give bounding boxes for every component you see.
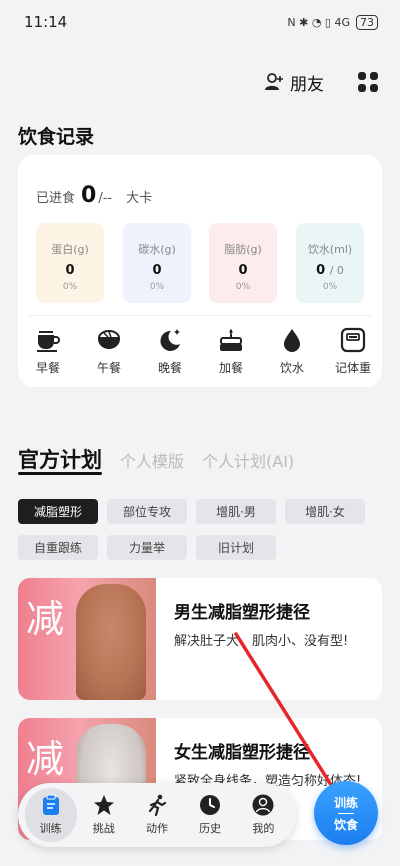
intake-value: 0 xyxy=(81,183,97,208)
nav-label: 挑战 xyxy=(92,822,115,835)
scale-icon xyxy=(340,327,366,353)
tab-personal-template[interactable]: 个人模版 xyxy=(120,448,184,472)
diet-record-title: 饮食记录 xyxy=(18,126,95,148)
system-status-icons: N ✱ ◔ ▯ 4G xyxy=(287,15,350,29)
meal-label: 饮水 xyxy=(279,361,304,375)
nutrient-fat: 脂肪(g) 0 0% xyxy=(209,223,277,303)
plan-tabs: 官方计划 个人模版 个人计划(AI) xyxy=(18,444,294,474)
meal-label: 晚餐 xyxy=(157,361,182,375)
status-icons: N ✱ ◔ ▯ 4G 73 xyxy=(287,14,378,30)
plan-image-char: 减 xyxy=(26,597,65,641)
friends-button[interactable]: 朋友 xyxy=(264,70,324,95)
chip-muscle-male[interactable]: 增肌·男 xyxy=(196,499,276,524)
nutrient-label: 脂肪(g) xyxy=(224,243,262,256)
nutrient-label: 碳水(g) xyxy=(138,243,176,256)
meal-snack[interactable]: 加餐 xyxy=(207,327,255,376)
water-value: 0 xyxy=(316,263,326,278)
intake-unit: 大卡 xyxy=(126,191,153,206)
plan-image-char: 减 xyxy=(26,737,65,781)
plan-title: 男生减脂塑形捷径 xyxy=(174,603,310,623)
fab-top-label: 训练 xyxy=(333,795,358,810)
moon-star-icon xyxy=(160,329,180,351)
chip-fat-loss[interactable]: 减脂塑形 xyxy=(18,499,98,524)
chip-old-plans[interactable]: 旧计划 xyxy=(196,535,276,560)
intake-target: /-- xyxy=(98,191,113,206)
nutrient-value: 0 xyxy=(65,263,75,278)
tab-official-plan[interactable]: 官方计划 xyxy=(18,444,102,474)
nav-label: 动作 xyxy=(145,822,168,835)
nutrient-label: 饮水(ml) xyxy=(307,243,353,256)
nav-challenge[interactable]: 挑战 xyxy=(78,788,130,842)
meal-label: 早餐 xyxy=(35,361,60,375)
nav-training[interactable]: 训练 xyxy=(24,788,77,842)
meal-lunch[interactable]: 午餐 xyxy=(85,327,133,376)
nav-label: 历史 xyxy=(199,822,222,835)
water-drop-icon xyxy=(284,329,300,352)
status-bar: 11:14 N ✱ ◔ ▯ 4G 73 xyxy=(0,0,400,44)
athlete-figure xyxy=(76,584,146,700)
plan-card-male-fat-loss[interactable]: 减 男生减脂塑形捷径 解决肚子大、肌肉小、没有型! xyxy=(18,578,382,700)
nutrient-percent: 0% xyxy=(149,282,165,292)
fab-divider xyxy=(338,812,354,814)
rice-bowl-icon xyxy=(97,330,121,349)
nutrient-value: 0 / 0 xyxy=(296,263,364,278)
nutrient-water: 饮水(ml) 0 / 0 0% xyxy=(296,223,364,303)
nutrient-carbs: 碳水(g) 0 0% xyxy=(123,223,191,303)
fab-bottom-label: 饮食 xyxy=(333,817,358,832)
bottom-nav: 训练 挑战 动作 历史 我的 xyxy=(18,783,296,847)
chip-muscle-female[interactable]: 增肌·女 xyxy=(285,499,365,524)
chip-bodyweight[interactable]: 自重跟练 xyxy=(18,535,98,560)
clock: 11:14 xyxy=(24,13,68,31)
running-person-icon xyxy=(148,794,167,816)
meal-label: 加餐 xyxy=(218,361,243,375)
meal-label: 记体重 xyxy=(334,361,371,375)
person-plus-icon xyxy=(265,73,283,90)
cake-icon xyxy=(220,329,242,351)
meal-weight[interactable]: 记体重 xyxy=(329,327,377,376)
nutrient-percent: 0% xyxy=(235,282,251,292)
tab-underline xyxy=(18,472,102,475)
nav-profile[interactable]: 我的 xyxy=(237,788,289,842)
top-bar: 朋友 xyxy=(0,60,400,104)
intake-label: 已进食 xyxy=(36,191,76,206)
nutrient-percent: 0% xyxy=(62,282,78,292)
clock-icon xyxy=(200,795,221,815)
plan-title: 女生减脂塑形捷径 xyxy=(174,743,310,763)
chip-powerlifting[interactable]: 力量举 xyxy=(107,535,187,560)
nutrient-percent: 0% xyxy=(322,282,338,292)
nav-exercises[interactable]: 动作 xyxy=(131,788,183,842)
nav-history[interactable]: 历史 xyxy=(184,788,236,842)
training-diet-switch-button[interactable]: 训练 饮食 xyxy=(314,781,378,845)
plan-image: 减 xyxy=(18,578,156,700)
nutrient-label: 蛋白(g) xyxy=(51,243,89,256)
meal-label: 午餐 xyxy=(96,361,121,375)
nutrient-protein: 蛋白(g) 0 0% xyxy=(36,223,104,303)
divider xyxy=(28,315,372,316)
nutrient-value: 0 xyxy=(152,263,162,278)
plan-description: 解决肚子大、肌肉小、没有型! xyxy=(174,634,349,649)
water-target: / 0 xyxy=(329,264,344,277)
nutrient-value: 0 xyxy=(238,263,248,278)
friends-label: 朋友 xyxy=(290,74,324,95)
nav-label: 训练 xyxy=(39,822,62,835)
grid-icon[interactable] xyxy=(358,72,378,92)
meal-breakfast[interactable]: 早餐 xyxy=(24,327,72,376)
meal-water[interactable]: 饮水 xyxy=(268,327,316,376)
clipboard-icon xyxy=(42,794,59,815)
calorie-intake: 已进食 0 /-- 大卡 xyxy=(36,183,152,208)
battery-icon: 73 xyxy=(356,14,378,30)
chip-target-area[interactable]: 部位专攻 xyxy=(107,499,187,524)
coffee-cup-icon xyxy=(37,331,60,352)
tab-personal-ai-plan[interactable]: 个人计划(AI) xyxy=(202,448,294,472)
nav-label: 我的 xyxy=(252,822,275,835)
user-icon xyxy=(252,794,274,816)
star-icon xyxy=(93,795,114,815)
diet-record-card[interactable]: 已进食 0 /-- 大卡 蛋白(g) 0 0% 碳水(g) 0 0% 脂肪(g)… xyxy=(18,155,382,387)
meal-dinner[interactable]: 晚餐 xyxy=(146,327,194,376)
